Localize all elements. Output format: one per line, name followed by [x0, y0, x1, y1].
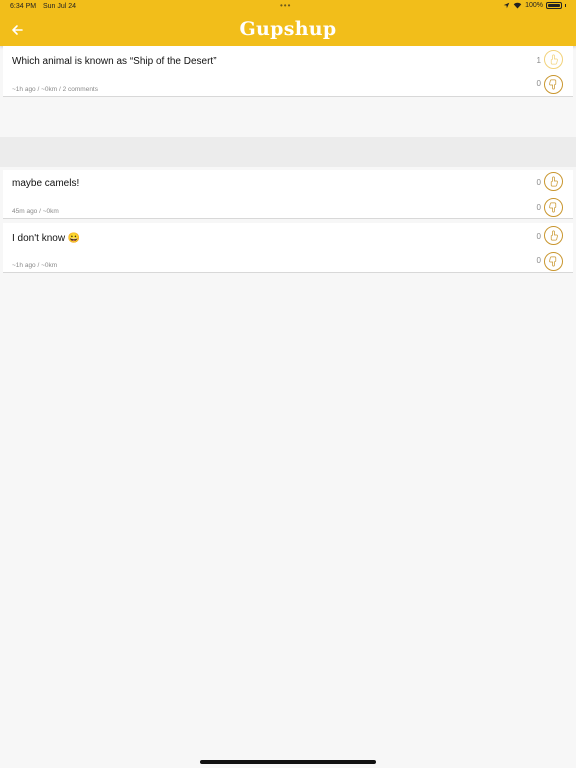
comment-downvote-button[interactable] — [544, 252, 563, 271]
comment-card[interactable]: maybe camels! 45m ago / ~0km 0 0 — [3, 170, 573, 219]
hand-point-up-icon — [550, 230, 558, 241]
battery-icon — [546, 2, 562, 9]
wifi-icon — [513, 2, 522, 9]
post-upvote-button[interactable] — [544, 50, 563, 69]
comments-separator — [0, 137, 576, 167]
status-time: 6:34 PM — [10, 3, 37, 10]
hand-point-up-icon — [550, 176, 558, 187]
post-upvote-count: 1 — [536, 56, 541, 65]
post-card[interactable]: Which animal is known as “Ship of the De… — [3, 46, 573, 97]
status-bar: 6:34 PM Sun Jul 24 ••• 100% — [0, 0, 576, 14]
comment-downvote-count: 0 — [536, 256, 541, 265]
hand-point-down-icon — [549, 202, 557, 213]
battery-cap — [565, 4, 566, 7]
comment-downvote-count: 0 — [536, 203, 541, 212]
hand-point-up-icon — [550, 54, 558, 65]
hand-point-down-icon — [549, 256, 557, 267]
post-text: Which animal is known as “Ship of the De… — [12, 56, 217, 67]
comment-card[interactable]: I don't know 😀 ~1h ago / ~0km 0 0 — [3, 223, 573, 273]
multitask-dots[interactable]: ••• — [280, 1, 291, 10]
post-downvote-count: 0 — [536, 79, 541, 88]
post-meta: ~1h ago / ~0km / 2 comments — [12, 86, 98, 93]
app-header: 6:34 PM Sun Jul 24 ••• 100% Gupshup — [0, 0, 576, 46]
location-icon — [503, 2, 510, 9]
status-indicators: 100% — [503, 2, 566, 9]
comment-meta: ~1h ago / ~0km — [12, 262, 58, 269]
comment-text: maybe camels! — [12, 178, 80, 189]
hand-point-down-icon — [549, 79, 557, 90]
app-title: Gupshup — [239, 18, 337, 40]
home-indicator[interactable] — [200, 760, 376, 764]
app-root: 6:34 PM Sun Jul 24 ••• 100% Gupshup Whic… — [0, 0, 576, 768]
comment-downvote-button[interactable] — [544, 198, 563, 217]
post-downvote-button[interactable] — [544, 75, 563, 94]
comment-meta: 45m ago / ~0km — [12, 208, 59, 215]
status-date: Sun Jul 24 — [43, 3, 77, 10]
comment-upvote-button[interactable] — [544, 226, 563, 245]
battery-percent: 100% — [525, 2, 543, 9]
comment-upvote-button[interactable] — [544, 172, 563, 191]
comment-upvote-count: 0 — [536, 232, 541, 241]
comment-text: I don't know 😀 — [12, 233, 81, 244]
comment-upvote-count: 0 — [536, 178, 541, 187]
